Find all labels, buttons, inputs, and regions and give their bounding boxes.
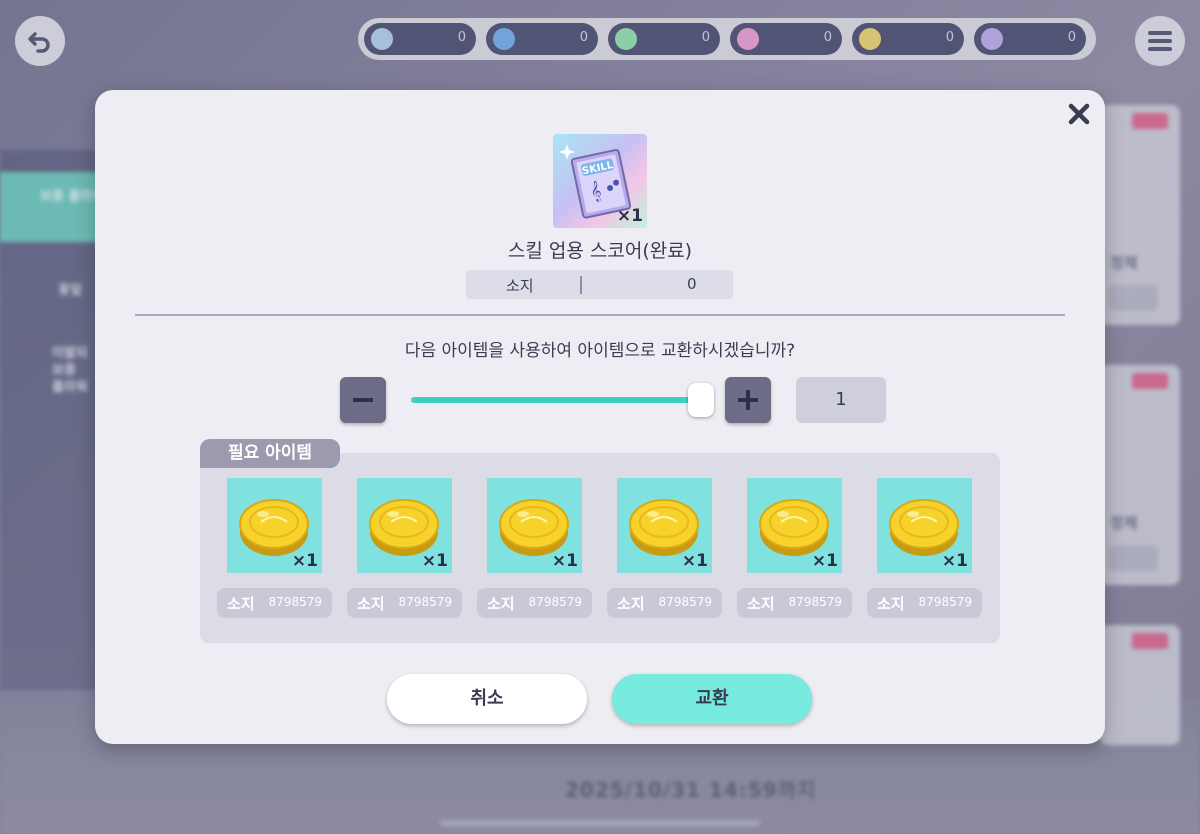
skill-score-icon: SKILL 𝄞 ×1 (553, 134, 647, 228)
increase-button[interactable] (725, 377, 771, 423)
coin-item-card[interactable]: ×1 (487, 478, 582, 573)
exchange-dialog: SKILL 𝄞 ×1 스킬 업용 스코어(완료) 소지 0 다음 아이템을 사용… (95, 90, 1105, 744)
coin-quantity: ×1 (681, 551, 708, 571)
owned-label: 소지 (506, 277, 534, 295)
coin-item-card[interactable]: ×1 (357, 478, 452, 573)
owned-separator (580, 276, 582, 294)
cancel-button[interactable]: 취소 (387, 674, 587, 724)
owned-count-box: 소지 0 (466, 270, 733, 299)
coin-owned-pill: 소지 8798579 (217, 588, 332, 618)
coin-owned-pill: 소지 8798579 (347, 588, 462, 618)
coin-owned-pill: 소지 8798579 (477, 588, 592, 618)
item-name: 스킬 업용 스코어(완료) (507, 240, 693, 262)
slider-thumb[interactable] (688, 383, 714, 417)
plus-icon (738, 390, 758, 410)
required-items-title: 필요 아이템 (200, 439, 340, 468)
coin-owned-pill: 소지 8798579 (867, 588, 982, 618)
owned-value: 0 (687, 275, 697, 293)
coin-quantity: ×1 (551, 551, 578, 571)
coin-owned-pill: 소지 8798579 (607, 588, 722, 618)
coin-quantity: ×1 (421, 551, 448, 571)
coin-item-card[interactable]: ×1 (877, 478, 972, 573)
quantity-value: 1 (796, 377, 886, 423)
coin-item-card[interactable]: ×1 (617, 478, 712, 573)
minus-icon (353, 398, 373, 402)
coin-item-card[interactable]: ×1 (747, 478, 842, 573)
coin-quantity: ×1 (941, 551, 968, 571)
exchange-question: 다음 아이템을 사용하여 아이템으로 교환하시겠습니까? (404, 341, 796, 361)
exchange-button[interactable]: 교환 (612, 674, 812, 724)
coin-quantity: ×1 (291, 551, 318, 571)
divider (135, 314, 1065, 316)
coin-item-card[interactable]: ×1 (227, 478, 322, 573)
coin-quantity: ×1 (811, 551, 838, 571)
close-icon[interactable] (1065, 100, 1093, 128)
item-quantity: ×1 (616, 206, 643, 226)
quantity-slider[interactable] (411, 397, 701, 403)
decrease-button[interactable] (340, 377, 386, 423)
coin-owned-pill: 소지 8798579 (737, 588, 852, 618)
